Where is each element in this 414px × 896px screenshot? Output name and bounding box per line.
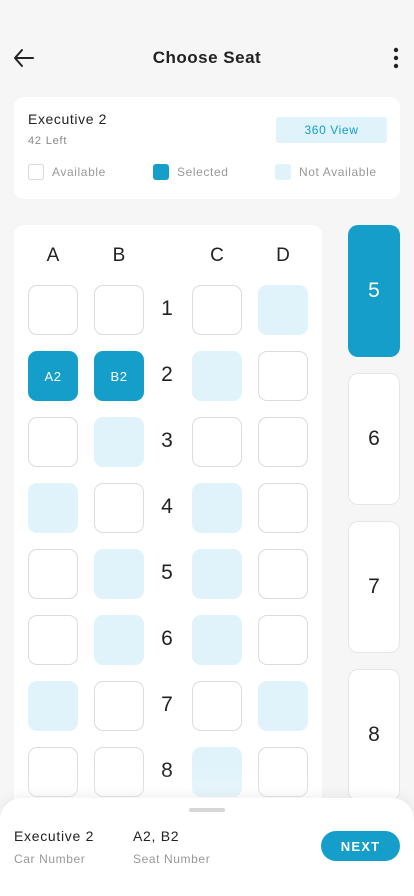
more-vertical-icon	[393, 47, 399, 69]
car-name: Executive 2	[28, 111, 107, 127]
legend-available: Available	[28, 164, 106, 180]
seat-a3[interactable]	[28, 417, 78, 467]
seat-b8[interactable]	[94, 747, 144, 797]
seat-d5[interactable]	[258, 549, 308, 599]
legend-not-available: Not Available	[275, 164, 377, 180]
car-tab-7[interactable]: 7	[348, 521, 400, 653]
seat-c6	[192, 615, 242, 665]
app-header: Choose Seat	[0, 0, 414, 110]
seat-b2[interactable]: B2	[94, 351, 144, 401]
selected-swatch	[153, 164, 169, 180]
seat-c2	[192, 351, 242, 401]
seat-b1[interactable]	[94, 285, 144, 335]
seat-b6	[94, 615, 144, 665]
seat-a1[interactable]	[28, 285, 78, 335]
seat-d8[interactable]	[258, 747, 308, 797]
car-number-label: Car Number	[14, 852, 86, 866]
seat-d7	[258, 681, 308, 731]
booking-summary-bar: Executive 2 Car Number A2, B2 Seat Numbe…	[0, 798, 414, 896]
seat-c3[interactable]	[192, 417, 242, 467]
car-number-value: Executive 2	[14, 828, 95, 844]
seat-d6[interactable]	[258, 615, 308, 665]
legend-selected-label: Selected	[177, 165, 229, 179]
seat-d1	[258, 285, 308, 335]
car-info-card: Executive 2 42 Left 360 View Available S…	[14, 97, 400, 199]
car-tab-6[interactable]: 6	[348, 373, 400, 505]
column-label-c: C	[210, 245, 224, 266]
seat-d2[interactable]	[258, 351, 308, 401]
seat-c4	[192, 483, 242, 533]
row-number: 8	[161, 759, 173, 782]
seat-a5[interactable]	[28, 549, 78, 599]
drag-handle[interactable]	[189, 808, 225, 812]
seat-a2[interactable]: A2	[28, 351, 78, 401]
row-number: 7	[161, 693, 173, 716]
not-available-swatch	[275, 164, 291, 180]
car-tab-5[interactable]: 5	[348, 225, 400, 357]
seat-a6[interactable]	[28, 615, 78, 665]
seat-c5	[192, 549, 242, 599]
seat-b5	[94, 549, 144, 599]
row-number: 5	[161, 561, 173, 584]
column-label-d: D	[276, 245, 290, 266]
seat-d3[interactable]	[258, 417, 308, 467]
seat-a8[interactable]	[28, 747, 78, 797]
seat-a7	[28, 681, 78, 731]
360-view-button[interactable]: 360 View	[276, 117, 387, 143]
column-label-a: A	[46, 245, 60, 266]
seat-c8	[192, 747, 242, 797]
seat-number-value: A2, B2	[133, 828, 180, 844]
seat-legend: Available Selected Not Available	[28, 164, 386, 182]
seat-map: A B C D 1 2 A2 B2 3 4 5 6 7 8	[14, 225, 322, 825]
seat-number-label: Seat Number	[133, 852, 211, 866]
legend-not-available-label: Not Available	[299, 165, 377, 179]
row-number: 3	[161, 429, 173, 452]
seat-b4[interactable]	[94, 483, 144, 533]
row-number: 1	[161, 297, 173, 320]
column-label-b: B	[112, 245, 126, 266]
seat-c1[interactable]	[192, 285, 242, 335]
next-button[interactable]: NEXT	[321, 831, 400, 861]
legend-available-label: Available	[52, 165, 106, 179]
seat-c7[interactable]	[192, 681, 242, 731]
seat-d4[interactable]	[258, 483, 308, 533]
row-number: 2	[161, 363, 173, 386]
seat-a4	[28, 483, 78, 533]
page-title: Choose Seat	[152, 48, 262, 67]
legend-selected: Selected	[153, 164, 229, 180]
row-number: 6	[161, 627, 173, 650]
car-tab-8[interactable]: 8	[348, 669, 400, 801]
seat-b3	[94, 417, 144, 467]
available-swatch	[28, 164, 44, 180]
seat-b7[interactable]	[94, 681, 144, 731]
more-options-button[interactable]	[384, 44, 408, 72]
seats-left-count: 42 Left	[28, 135, 68, 147]
row-number: 4	[161, 495, 173, 518]
